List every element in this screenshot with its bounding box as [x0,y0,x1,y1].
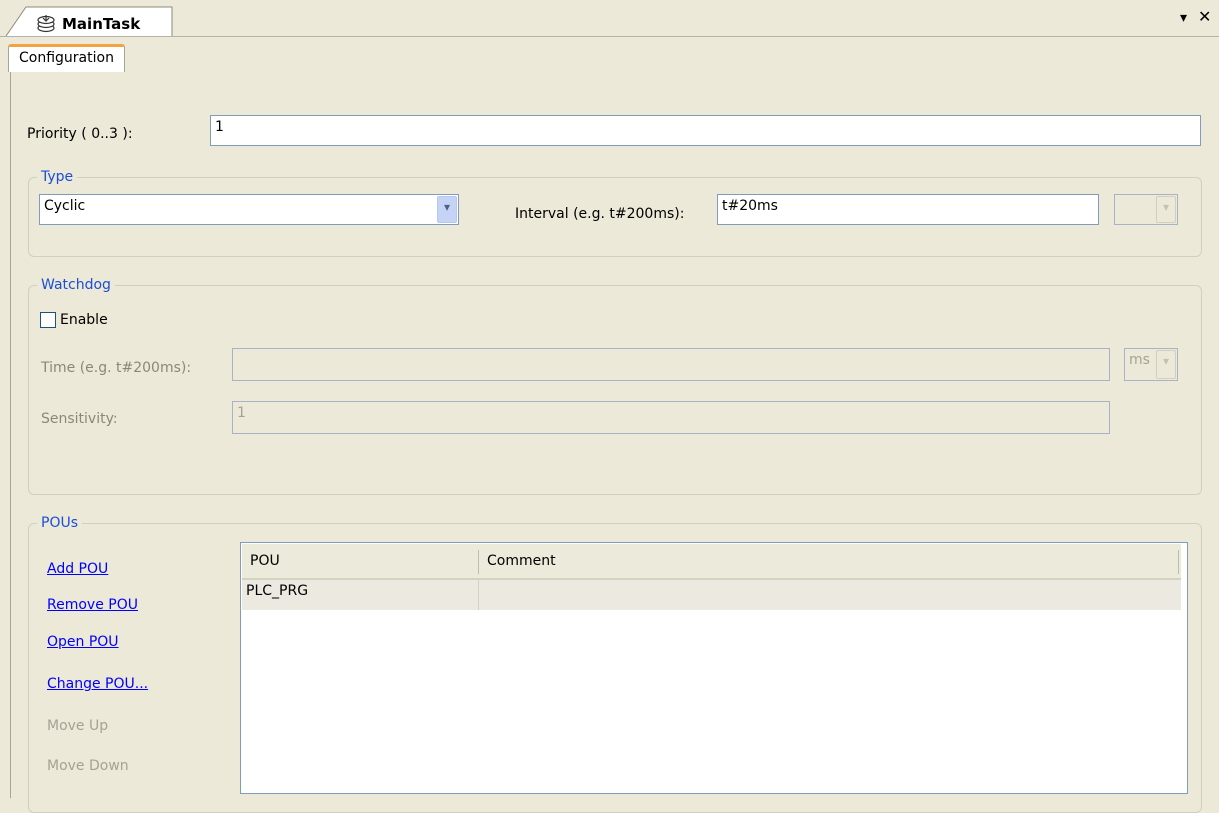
watchdog-enable-label: Enable [60,312,108,328]
pou-table-header: POU Comment [242,544,1181,580]
chevron-down-icon: ▾ [1156,196,1176,223]
editor-tab-label: MainTask [62,15,141,33]
interval-label: Interval (e.g. t#200ms): [515,206,685,222]
chevron-down-icon[interactable]: ▾ [437,196,457,223]
pou-table[interactable]: POU Comment PLC_PRG [240,542,1188,794]
move-up-link: Move Up [47,718,109,734]
watchdog-group: Watchdog Enable Time (e.g. t#200ms): ms … [28,276,1202,495]
watchdog-group-title: Watchdog [37,276,115,294]
type-group: Type Cyclic ▾ Interval (e.g. t#200ms): t… [28,168,1202,257]
column-header-pou[interactable]: POU [242,544,478,578]
open-pou-link[interactable]: Open POU [47,633,119,651]
watchdog-time-input [232,348,1110,381]
chevron-down-icon: ▾ [1156,350,1176,379]
watchdog-enable-checkbox[interactable] [40,312,56,328]
table-row[interactable]: PLC_PRG [242,580,1181,610]
type-select-value: Cyclic [44,198,86,214]
type-select[interactable]: Cyclic ▾ [39,194,459,225]
editor-tab-maintask[interactable]: MainTask [4,6,174,36]
priority-label: Priority ( 0..3 ): [27,126,133,142]
tab-configuration[interactable]: Configuration [8,44,125,72]
pous-group-title: POUs [37,514,83,532]
add-pou-link[interactable]: Add POU [47,560,108,578]
comment-cell [479,580,1079,610]
column-divider[interactable] [1178,550,1179,574]
type-group-title: Type [37,168,78,186]
editor-tab-bar: MainTask ▾ ✕ [0,0,1219,37]
close-editor-button[interactable]: ✕ [1198,8,1211,26]
task-icon [36,15,56,33]
interval-unit-select: ▾ [1114,194,1178,225]
watchdog-time-label: Time (e.g. t#200ms): [41,360,192,376]
editor-menu-button[interactable]: ▾ [1180,10,1187,26]
priority-input[interactable]: 1 [210,115,1201,146]
editor-subtab-bar: Configuration [6,36,1219,74]
watchdog-time-unit-select: ms ▾ [1124,348,1178,381]
interval-input[interactable]: t#20ms [717,194,1099,225]
pou-cell: PLC_PRG [246,583,309,599]
move-down-link: Move Down [47,758,129,774]
column-header-comment[interactable]: Comment [479,544,1079,578]
watchdog-sensitivity-input: 1 [232,401,1110,434]
change-pou-link[interactable]: Change POU... [47,675,148,693]
watchdog-sensitivity-label: Sensitivity: [41,411,118,427]
watchdog-time-unit-value: ms [1129,352,1150,368]
remove-pou-link[interactable]: Remove POU [47,596,138,614]
